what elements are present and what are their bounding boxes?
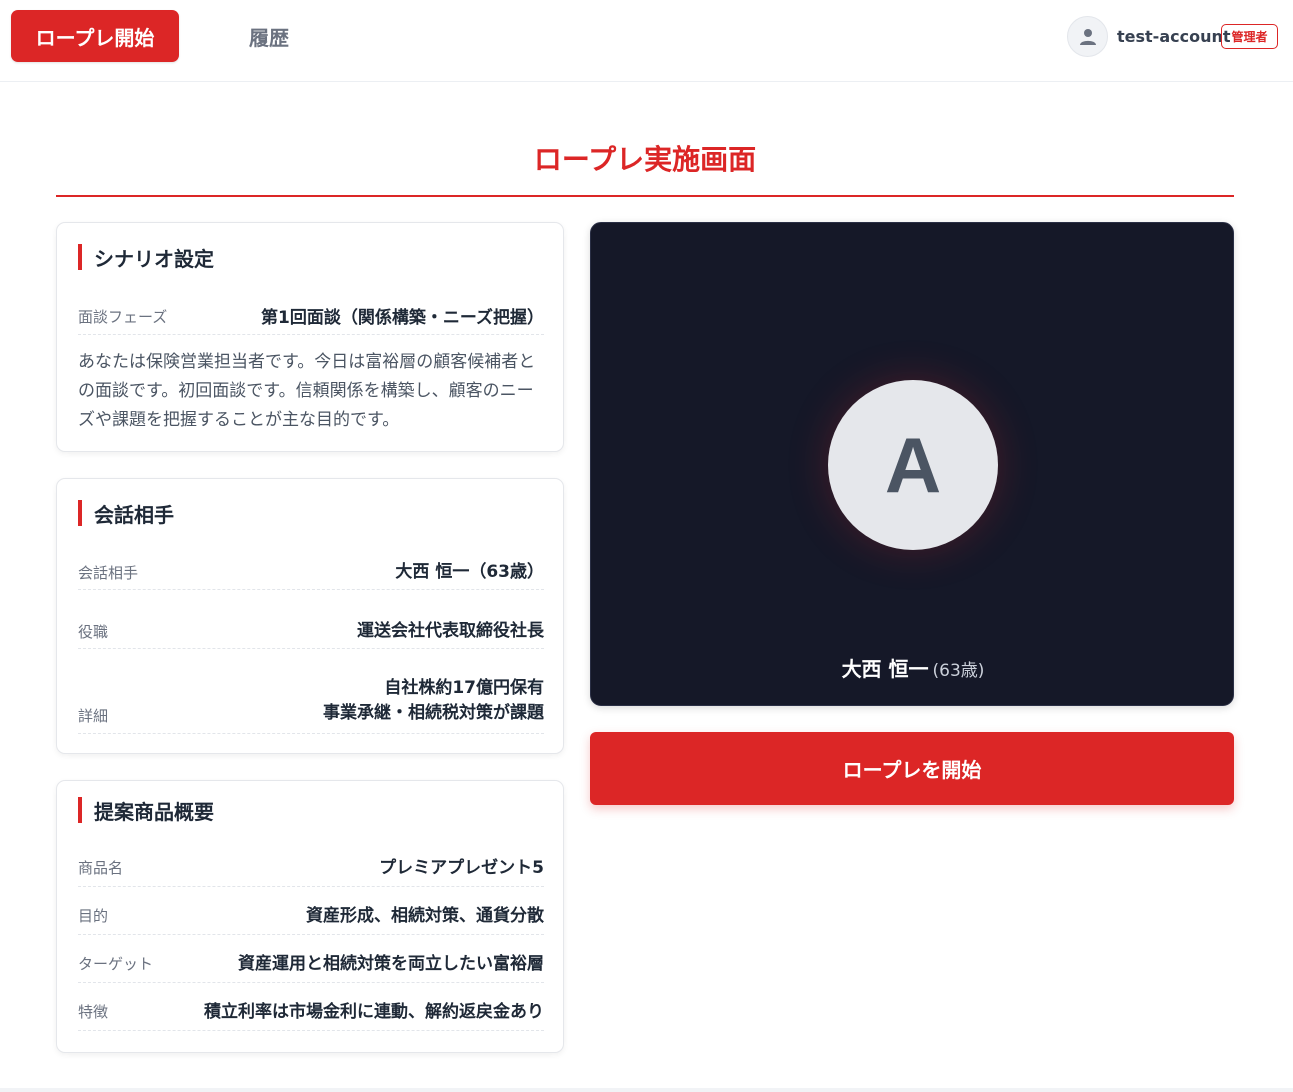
user-icon (1079, 28, 1096, 45)
video-partner-name: 大西 恒一 (841, 657, 929, 681)
product-row: 商品名 プレミアプレゼント5 (78, 849, 544, 887)
row-label: 特徴 (78, 1003, 109, 1021)
partner-card: 会話相手 会話相手 大西 恒一（63歳） 役職 運送会社代表取締役社長 詳細 自… (56, 478, 564, 754)
start-roleplay-button[interactable]: ロープレを開始 (590, 732, 1234, 805)
product-row: ターゲット 資産運用と相続対策を両立したい富裕層 (78, 945, 544, 983)
page-bottom-edge (0, 1088, 1293, 1092)
partner-avatar: A (828, 380, 998, 550)
page-title: ロープレ実施画面 (533, 143, 757, 176)
product-row: 目的 資産形成、相続対策、通貨分散 (78, 897, 544, 935)
row-value: 第1回面談（関係構築・ニーズ把握） (261, 308, 544, 328)
user-avatar[interactable] (1067, 16, 1108, 57)
partner-row: 会話相手 大西 恒一（63歳） (78, 553, 544, 590)
header: ロープレ開始 履歴 test-account 管理者 (0, 0, 1293, 82)
product-card-title: 提案商品概要 (78, 797, 214, 824)
row-label: 目的 (78, 907, 109, 925)
scenario-description: あなたは保険営業担当者です。今日は富裕層の顧客候補者との面談です。初回面談です。… (78, 352, 536, 430)
partner-row: 詳細 自社株約17億円保有 事業承継・相続税対策が課題 (78, 671, 544, 734)
row-label: 商品名 (78, 859, 124, 877)
video-partner-age: (63歳) (932, 661, 985, 681)
row-value: 資産運用と相続対策を両立したい富裕層 (238, 954, 544, 974)
partner-card-title: 会話相手 (78, 500, 174, 527)
row-value: 自社株約17億円保有 (384, 678, 544, 698)
partner-row: 役職 運送会社代表取締役社長 (78, 612, 544, 649)
product-row: 特徴 積立利率は市場金利に連動、解約返戻金あり (78, 993, 544, 1031)
avatar-letter: A (884, 420, 942, 509)
row-value: プレミアプレゼント5 (379, 858, 544, 878)
row-value: 運送会社代表取締役社長 (357, 621, 544, 641)
nav-history-link[interactable]: 履歴 (236, 10, 302, 62)
row-label: 会話相手 (78, 564, 139, 582)
nav-roleplay-start-button[interactable]: ロープレ開始 (11, 10, 179, 62)
row-label: 詳細 (78, 707, 109, 725)
row-value: 事業承継・相続税対策が課題 (323, 703, 544, 723)
scenario-phase-row: 面談フェーズ 第1回面談（関係構築・ニーズ把握） (78, 297, 544, 335)
user-name: test-account (1117, 26, 1231, 46)
row-label: 面談フェーズ (78, 308, 168, 326)
row-value: 積立利率は市場金利に連動、解約返戻金あり (204, 1002, 544, 1022)
row-label: 役職 (78, 623, 109, 641)
product-card: 提案商品概要 商品名 プレミアプレゼント5 目的 資産形成、相続対策、通貨分散 … (56, 780, 564, 1053)
video-caption: 大西 恒一 (63歳) (591, 653, 1233, 682)
role-badge: 管理者 (1221, 24, 1278, 49)
row-label: ターゲット (78, 955, 154, 973)
video-panel: A 大西 恒一 (63歳) (590, 222, 1234, 706)
row-value: 大西 恒一（63歳） (395, 562, 544, 582)
row-value: 資産形成、相続対策、通貨分散 (306, 906, 544, 926)
scenario-card-title: シナリオ設定 (78, 244, 214, 271)
title-divider (56, 195, 1234, 197)
scenario-card: シナリオ設定 面談フェーズ 第1回面談（関係構築・ニーズ把握） あなたは保険営業… (56, 222, 564, 452)
